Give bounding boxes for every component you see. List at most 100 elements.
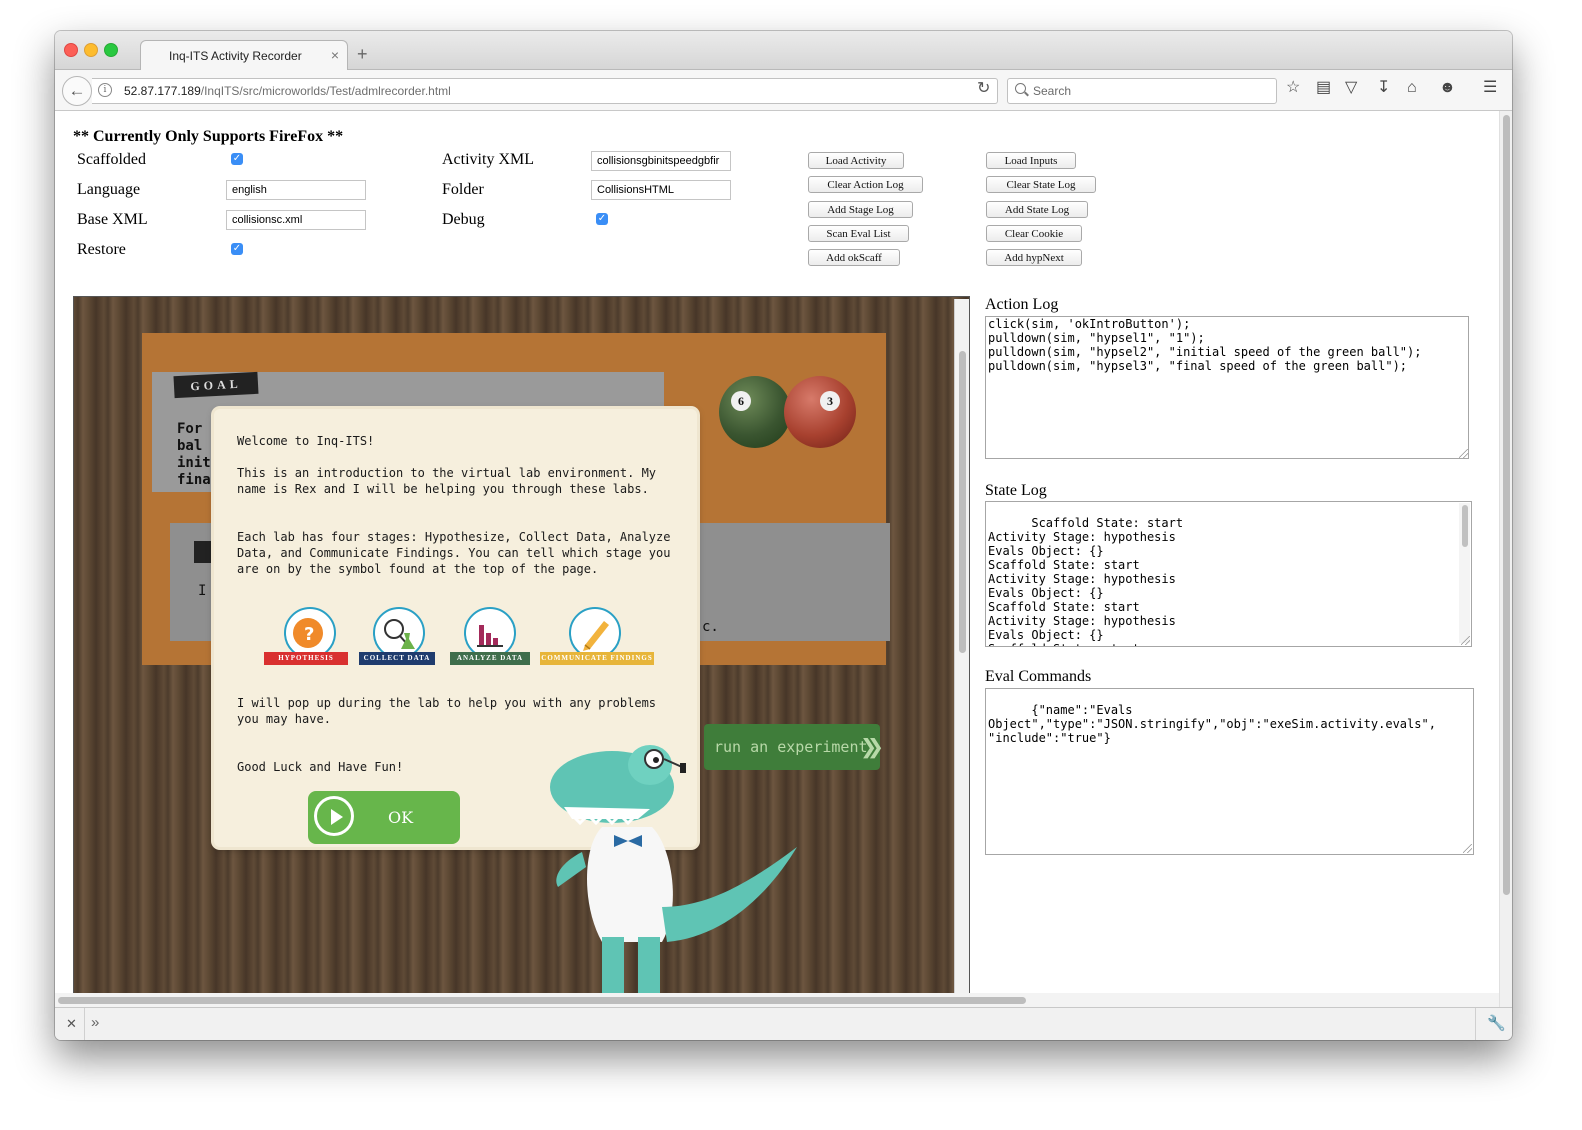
action-log-textarea[interactable]: click(sim, 'okIntroButton'); pulldown(si… [985,316,1469,459]
title-bar: Inq-ITS Activity Recorder × + [55,31,1512,71]
page-vertical-scrollbar[interactable] [1499,111,1512,1023]
chevron-right-icon: ❯❯ [860,730,884,763]
scan-eval-list-button[interactable]: Scan Eval List [808,225,909,242]
url-bar[interactable]: i 52.87.177.189/InqITS/src/microworlds/T… [92,78,998,104]
stage-label-analyze-data: ANALYZE DATA [450,652,530,665]
search-input[interactable]: Search [1007,78,1277,104]
activity-xml-field[interactable]: collisionsgbinitspeedgbfir [591,151,731,171]
folder-label: Folder [442,181,484,198]
search-placeholder: Search [1033,84,1072,98]
new-tab-button[interactable]: + [357,45,368,63]
language-field[interactable]: english [226,180,366,200]
stage-label-hypothesis: HYPOTHESIS [264,652,348,665]
add-okscaff-button[interactable]: Add okScaff [808,249,900,266]
folder-field[interactable]: CollisionsHTML [591,180,731,200]
page-vertical-scrollbar-thumb[interactable] [1503,115,1510,895]
pocket-icon[interactable]: ▽ [1345,80,1357,96]
page-horizontal-scrollbar[interactable] [55,993,1499,1007]
back-button[interactable]: ← [62,76,92,106]
ok-button[interactable]: OK [308,791,460,844]
debug-label: Debug [442,211,485,228]
action-log-resize-grip[interactable] [1459,449,1468,458]
developer-toolbar: ✕ » 🔧 [55,1007,1512,1040]
toolbar-divider-right [1475,1008,1476,1040]
svg-text:?: ? [304,624,314,645]
rex-dinosaur-mascot [550,745,797,1021]
close-toolbar-icon[interactable]: ✕ [66,1016,77,1032]
close-window-button[interactable] [64,43,78,57]
page-content: ** Currently Only Supports FireFox ** Sc… [55,111,1499,1023]
toolbar-divider [84,1008,85,1040]
red-ball: 3 [784,376,856,448]
state-log-resize-grip[interactable] [1461,636,1470,645]
wrench-icon[interactable]: 🔧 [1487,1014,1506,1032]
simulation-frame[interactable]: GOAL For bal init fina I t c. 6 3 run an… [73,296,970,1023]
add-state-log-button[interactable]: Add State Log [986,201,1088,218]
site-info-icon[interactable]: i [98,83,112,97]
url-path: /InqITS/src/microworlds/Test/admlrecorde… [200,84,451,98]
restore-checkbox[interactable]: ✓ [231,243,243,255]
goal-tag: GOAL [173,371,259,399]
reading-list-icon[interactable]: ▤ [1316,80,1331,96]
hypothesis-text-fragment: I [198,583,207,599]
state-log-label: State Log [985,482,1047,499]
dialog-intro: This is an introduction to the virtual l… [237,466,657,496]
hypothesis-text-fragment-3: c. [702,619,719,635]
load-inputs-button[interactable]: Load Inputs [986,152,1076,169]
green-ball-number: 6 [731,391,751,411]
reload-icon[interactable]: ↻ [977,78,990,98]
stage-label-communicate-findings: COMMUNICATE FINDINGS [540,652,654,665]
page-horizontal-scrollbar-thumb[interactable] [58,997,1026,1004]
play-circle-icon [314,796,354,836]
state-log-textarea[interactable]: Scaffold State: start Activity Stage: hy… [985,501,1472,647]
dialog-welcome: Welcome to Inq-ITS! [237,434,375,448]
clear-state-log-button[interactable]: Clear State Log [986,176,1096,193]
language-label: Language [77,181,141,198]
eval-commands-text: {"name":"Evals Object","type":"JSON.stri… [988,703,1436,745]
clear-action-log-button[interactable]: Clear Action Log [808,176,923,193]
action-log-label: Action Log [985,296,1059,313]
url-host: 52.87.177.189 [124,84,201,98]
simulation-scrollbar-thumb[interactable] [959,351,966,653]
state-log-scrollbar-thumb[interactable] [1462,505,1468,547]
eval-commands-textarea[interactable]: {"name":"Evals Object","type":"JSON.stri… [985,688,1474,855]
add-stage-log-button[interactable]: Add Stage Log [808,201,913,218]
dialog-popup-text: I will pop up during the lab to help you… [237,696,657,726]
firefox-warning: ** Currently Only Supports FireFox ** [73,128,344,145]
eval-commands-resize-grip[interactable] [1463,844,1472,853]
dialog-stages-text: Each lab has four stages: Hypothesize, C… [237,530,671,576]
browser-tab[interactable]: Inq-ITS Activity Recorder × [140,40,348,71]
state-log-text: Scaffold State: start Activity Stage: hy… [988,516,1184,646]
minimize-window-button[interactable] [84,43,98,57]
ok-button-label: OK [388,808,414,827]
eval-commands-label: Eval Commands [985,668,1092,685]
goal-text-fragment: For bal init fina [177,421,211,488]
restore-label: Restore [77,241,126,258]
menu-icon[interactable]: ☰ [1483,80,1497,96]
base-xml-field[interactable]: collisionsc.xml [226,210,366,230]
tab-title: Inq-ITS Activity Recorder [169,49,302,63]
emoji-icon[interactable]: ☻ [1439,80,1456,96]
zoom-window-button[interactable] [104,43,118,57]
red-ball-number: 3 [820,391,840,411]
clear-cookie-button[interactable]: Clear Cookie [986,225,1082,242]
activity-xml-label: Activity XML [442,151,534,168]
search-icon [1015,83,1026,94]
home-icon[interactable]: ⌂ [1407,80,1417,96]
tab-close-icon[interactable]: × [331,47,339,63]
state-log-scrollbar[interactable] [1459,503,1470,643]
navigation-bar: ← i 52.87.177.189/InqITS/src/microworlds… [55,70,1512,111]
scaffolded-checkbox[interactable]: ✓ [231,153,243,165]
scaffolded-label: Scaffolded [77,151,147,168]
base-xml-label: Base XML [77,211,148,228]
load-activity-button[interactable]: Load Activity [808,152,904,169]
url-text: 52.87.177.189/InqITS/src/microworlds/Tes… [124,84,451,98]
green-ball: 6 [719,376,791,448]
add-hypnext-button[interactable]: Add hypNext [986,249,1082,266]
browser-window: Inq-ITS Activity Recorder × + ← i 52.87.… [55,31,1512,1040]
bookmark-star-icon[interactable]: ☆ [1286,80,1300,96]
simulation-scrollbar[interactable] [954,299,969,1023]
download-icon[interactable]: ↧ [1377,80,1390,96]
debug-checkbox[interactable]: ✓ [596,213,608,225]
command-prompt-icon[interactable]: » [91,1014,99,1031]
